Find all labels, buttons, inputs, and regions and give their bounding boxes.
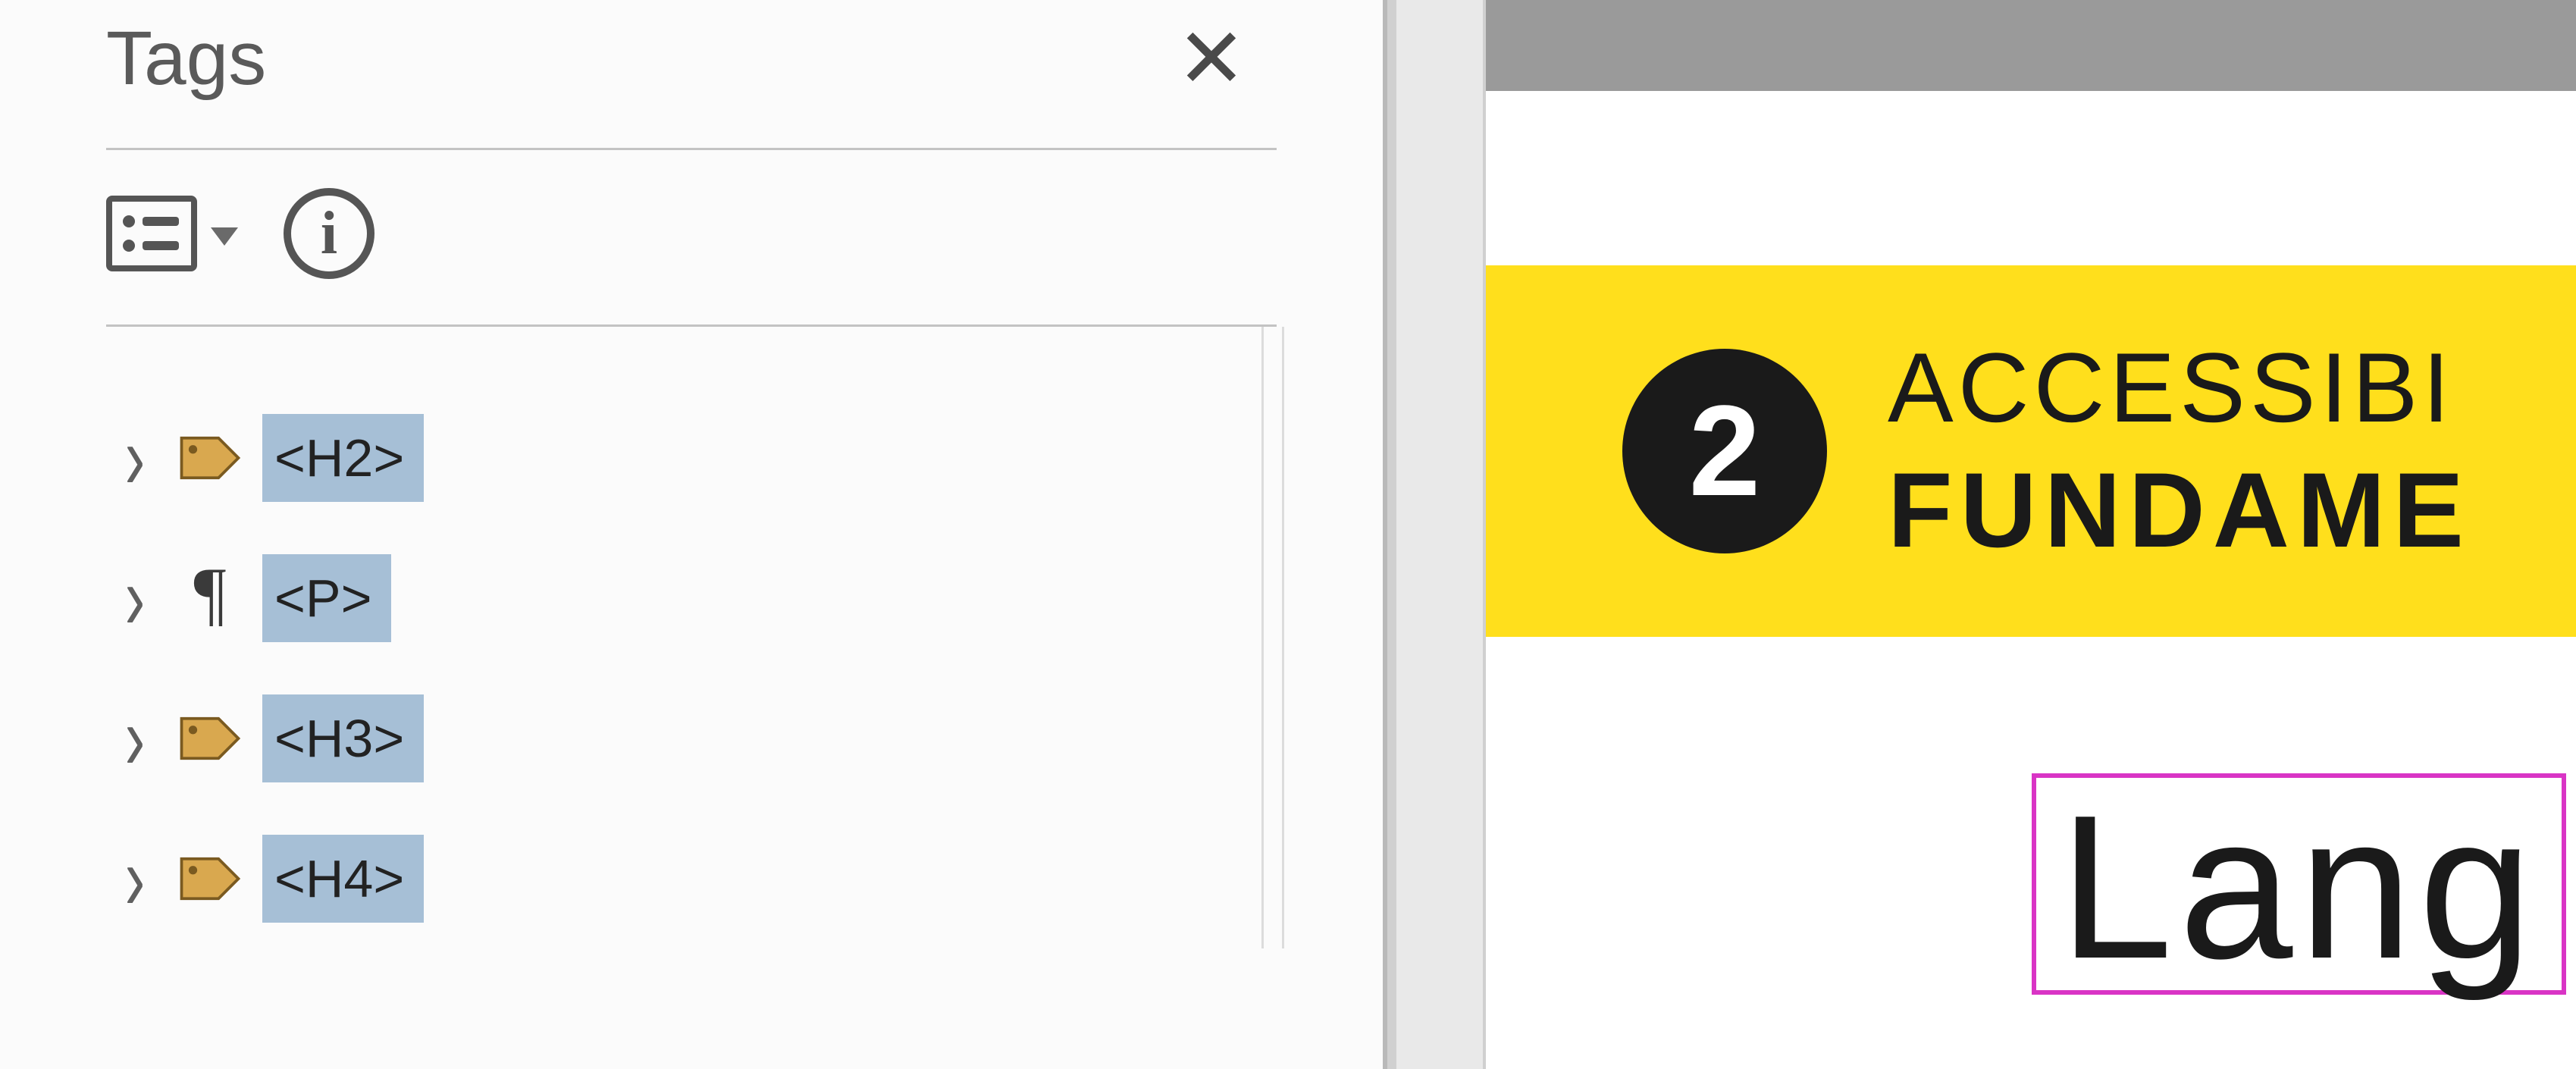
list-options-icon [106, 196, 197, 271]
expand-chevron-icon[interactable]: › [112, 833, 158, 924]
info-icon: i [321, 203, 337, 264]
paragraph-icon: ¶ [176, 560, 244, 628]
tag-label: <H2> [262, 414, 424, 502]
section-banner: 2 ACCESSIBI FUNDAME [1486, 265, 2576, 637]
panel-resize-gutter[interactable] [1387, 0, 1486, 1069]
banner-line-1: ACCESSIBI [1888, 331, 2471, 444]
document-view[interactable]: 2 ACCESSIBI FUNDAME Lang [1486, 0, 2576, 1069]
tag-icon [176, 424, 244, 492]
section-banner-text: ACCESSIBI FUNDAME [1888, 331, 2471, 572]
tag-label: <H3> [262, 694, 424, 782]
tags-panel-title: Tags [106, 15, 266, 102]
tree-scrollbar[interactable] [1261, 327, 1284, 948]
page-gap [1486, 0, 2576, 91]
app-root: Tags ✕ i › [0, 0, 2576, 1069]
expand-chevron-icon[interactable]: › [112, 553, 158, 644]
tag-label: <P> [262, 554, 391, 642]
tag-tree-row-h2[interactable]: › <H2> [106, 387, 1277, 528]
banner-line-2: FUNDAME [1888, 449, 2471, 572]
expand-chevron-icon[interactable]: › [112, 412, 158, 503]
selected-heading-box[interactable]: Lang [2032, 773, 2566, 995]
expand-chevron-icon[interactable]: › [112, 693, 158, 784]
tag-tree-row-p[interactable]: › ¶ <P> [106, 528, 1277, 668]
tag-tree-row-h4[interactable]: › <H4> [106, 808, 1277, 948]
document-page: 2 ACCESSIBI FUNDAME Lang [1486, 265, 2576, 995]
tags-panel-header: Tags ✕ [106, 15, 1277, 150]
heading-text-fragment: Lang [2059, 785, 2539, 990]
tags-panel-inner: Tags ✕ i › [106, 15, 1277, 948]
tags-panel-toolbar: i [106, 150, 1277, 327]
tags-options-menu[interactable] [106, 196, 238, 271]
tag-icon [176, 704, 244, 773]
section-number-badge: 2 [1622, 349, 1827, 553]
tag-icon [176, 845, 244, 913]
chevron-down-icon [211, 227, 238, 246]
tags-info-button[interactable]: i [284, 188, 374, 279]
tag-tree-row-h3[interactable]: › <H3> [106, 668, 1277, 808]
close-panel-button[interactable]: ✕ [1177, 17, 1277, 101]
tags-panel: Tags ✕ i › [0, 0, 1387, 1069]
tag-label: <H4> [262, 835, 424, 923]
tags-tree: › <H2> › ¶ <P> › [106, 327, 1277, 948]
